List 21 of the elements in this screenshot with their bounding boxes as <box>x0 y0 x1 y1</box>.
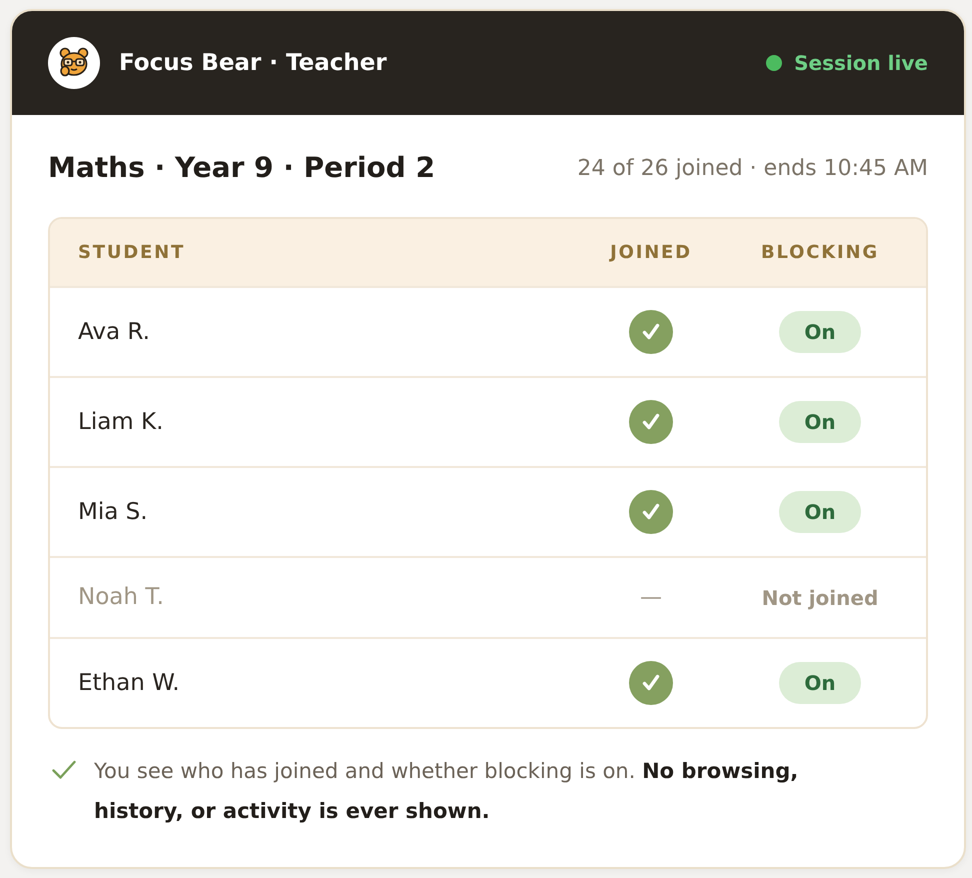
student-name: Ava R. <box>78 318 151 346</box>
bear-logo-icon <box>48 37 100 89</box>
column-header: STUDENT <box>78 242 186 263</box>
session-status: Session live <box>794 51 928 75</box>
student-name: Ethan W. <box>78 668 181 698</box>
blocking-status-badge: On <box>779 401 861 443</box>
app-title: Focus Bear · Teacher <box>119 50 387 76</box>
column-header: BLOCKING <box>761 242 879 263</box>
student-name: Noah T. <box>78 583 165 612</box>
column-header: JOINED <box>610 242 692 263</box>
student-name: Mia S. <box>78 498 149 526</box>
blocking-status-badge: On <box>779 491 861 533</box>
student-name: Liam K. <box>78 408 164 436</box>
session-meta: 24 of 26 joined · ends 10:45 AM <box>577 156 928 180</box>
class-title: Maths · Year 9 · Period 2 <box>48 150 436 186</box>
not-joined-dash: — <box>640 585 662 610</box>
privacy-note: You see who has joined and whether blocking is on. No browsing, history, or activity is ever shown. <box>94 758 800 825</box>
blocking-status-badge: On <box>779 662 861 704</box>
check-icon <box>52 760 76 780</box>
blocking-status-badge: On <box>779 311 861 353</box>
blocking-status-text: Not joined <box>762 586 878 610</box>
